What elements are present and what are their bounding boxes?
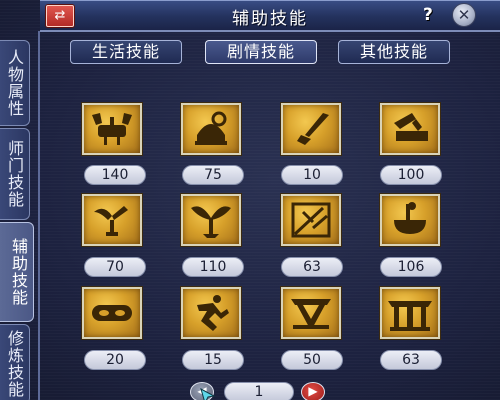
scissors-icon[interactable] <box>82 194 142 246</box>
skill-level: 63 <box>281 257 343 277</box>
side-tab-bar: 人物属性 师门技能 辅助技能 修炼技能 <box>0 40 34 400</box>
close-button[interactable]: ✕ <box>452 3 476 27</box>
help-button[interactable]: ? <box>423 5 439 25</box>
next-page-button[interactable]: ▶ <box>301 382 325 400</box>
skill-level: 63 <box>380 350 442 370</box>
skill-level: 15 <box>182 350 244 370</box>
skills-window: 辅助技能 ⇄ ? ✕ 人物属性 师门技能 辅助技能 修炼技能 生活技能 剧情技能… <box>0 0 500 400</box>
fish-bowl-icon[interactable] <box>181 103 241 155</box>
runner-icon[interactable] <box>181 287 241 339</box>
sprout-icon[interactable] <box>181 194 241 246</box>
tab-other-skills[interactable]: 其他技能 <box>338 40 450 64</box>
skill-level: 106 <box>380 257 442 277</box>
skill-level: 140 <box>84 165 146 185</box>
page-number: 1 <box>224 382 294 400</box>
side-tab-cultivation-skills[interactable]: 修炼技能 <box>0 324 30 400</box>
skill-level: 20 <box>84 350 146 370</box>
cursor-arrow-icon <box>200 388 216 400</box>
mortar-icon[interactable] <box>380 194 440 246</box>
side-tab-school-skills[interactable]: 师门技能 <box>0 128 30 220</box>
hammer-icon[interactable] <box>380 103 440 155</box>
skill-level: 100 <box>380 165 442 185</box>
skill-level: 10 <box>281 165 343 185</box>
dagger-icon[interactable] <box>281 103 341 155</box>
mask-icon[interactable] <box>82 287 142 339</box>
skill-level: 75 <box>182 165 244 185</box>
temple-icon[interactable] <box>380 287 440 339</box>
skill-level: 70 <box>84 257 146 277</box>
skill-level: 50 <box>281 350 343 370</box>
side-tab-character[interactable]: 人物属性 <box>0 40 30 126</box>
side-tab-support-skills[interactable]: 辅助技能 <box>0 222 34 322</box>
chevron-right-icon: ▶ <box>308 384 318 398</box>
gate-icon[interactable] <box>281 287 341 339</box>
skill-level: 110 <box>182 257 244 277</box>
broken-frame-icon[interactable] <box>281 194 341 246</box>
swap-arrows-icon[interactable]: ⇄ <box>46 5 74 27</box>
tab-life-skills[interactable]: 生活技能 <box>70 40 182 64</box>
crab-icon[interactable] <box>82 103 142 155</box>
tab-story-skills[interactable]: 剧情技能 <box>205 40 317 64</box>
